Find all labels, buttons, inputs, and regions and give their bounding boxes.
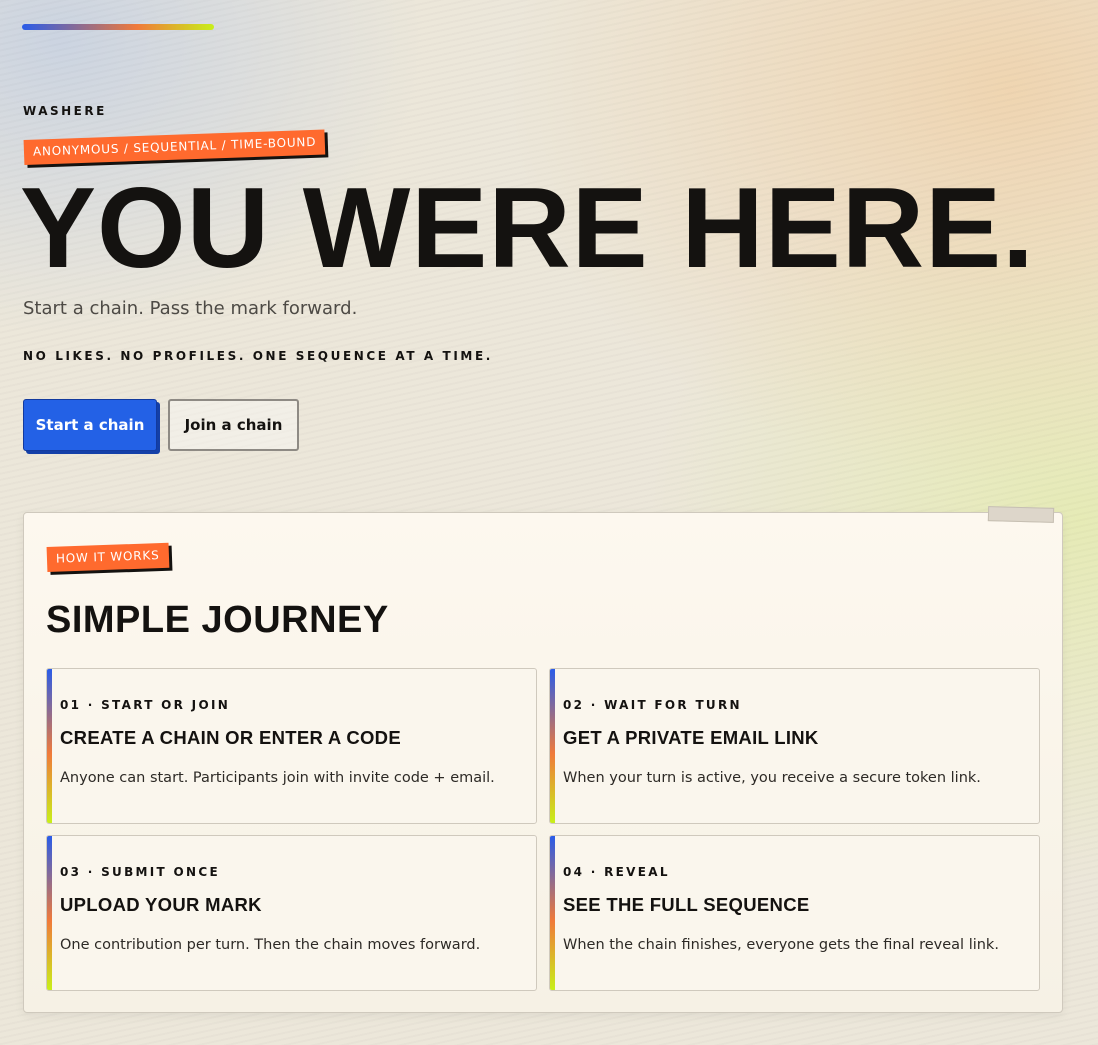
- hero-subtitle: Start a chain. Pass the mark forward.: [23, 298, 358, 319]
- step-label: 01 · START OR JOIN: [60, 698, 231, 712]
- step-card: 01 · START OR JOIN CREATE A CHAIN OR ENT…: [46, 668, 537, 824]
- gradient-stripe: [550, 836, 555, 990]
- step-title: UPLOAD YOUR MARK: [60, 894, 262, 915]
- gradient-stripe: [47, 669, 52, 823]
- tape-decoration: [987, 506, 1055, 523]
- step-title: CREATE A CHAIN OR ENTER A CODE: [60, 727, 401, 748]
- how-it-works-panel: HOW IT WORKS SIMPLE JOURNEY 01 · START O…: [23, 506, 1063, 1013]
- gradient-stripe: [47, 836, 52, 990]
- start-chain-button[interactable]: Start a chain: [23, 399, 157, 451]
- step-label: 03 · SUBMIT ONCE: [60, 865, 220, 879]
- step-description: When your turn is active, you receive a …: [563, 770, 981, 786]
- step-description: One contribution per turn. Then the chai…: [60, 937, 481, 953]
- step-card: 03 · SUBMIT ONCE UPLOAD YOUR MARK One co…: [46, 835, 537, 991]
- step-title: GET A PRIVATE EMAIL LINK: [563, 727, 819, 748]
- hero-tag: ANONYMOUS / SEQUENTIAL / TIME-BOUND: [23, 129, 326, 165]
- step-title: SEE THE FULL SEQUENCE: [563, 894, 810, 915]
- gradient-stripe: [550, 669, 555, 823]
- hero-title: YOU WERE HERE.: [20, 165, 1035, 292]
- step-label: 02 · WAIT FOR TURN: [563, 698, 742, 712]
- step-description: Anyone can start. Participants join with…: [60, 770, 495, 786]
- step-card: 04 · REVEAL SEE THE FULL SEQUENCE When t…: [549, 835, 1040, 991]
- section-title: SIMPLE JOURNEY: [46, 599, 389, 641]
- hero-note: NO LIKES. NO PROFILES. ONE SEQUENCE AT A…: [23, 349, 493, 363]
- step-description: When the chain finishes, everyone gets t…: [563, 937, 999, 953]
- join-chain-button[interactable]: Join a chain: [168, 399, 299, 451]
- section-tag: HOW IT WORKS: [46, 542, 169, 572]
- brand-logo: WASHERE: [23, 104, 107, 118]
- step-card: 02 · WAIT FOR TURN GET A PRIVATE EMAIL L…: [549, 668, 1040, 824]
- step-label: 04 · REVEAL: [563, 865, 670, 879]
- gradient-accent-bar: [22, 24, 214, 30]
